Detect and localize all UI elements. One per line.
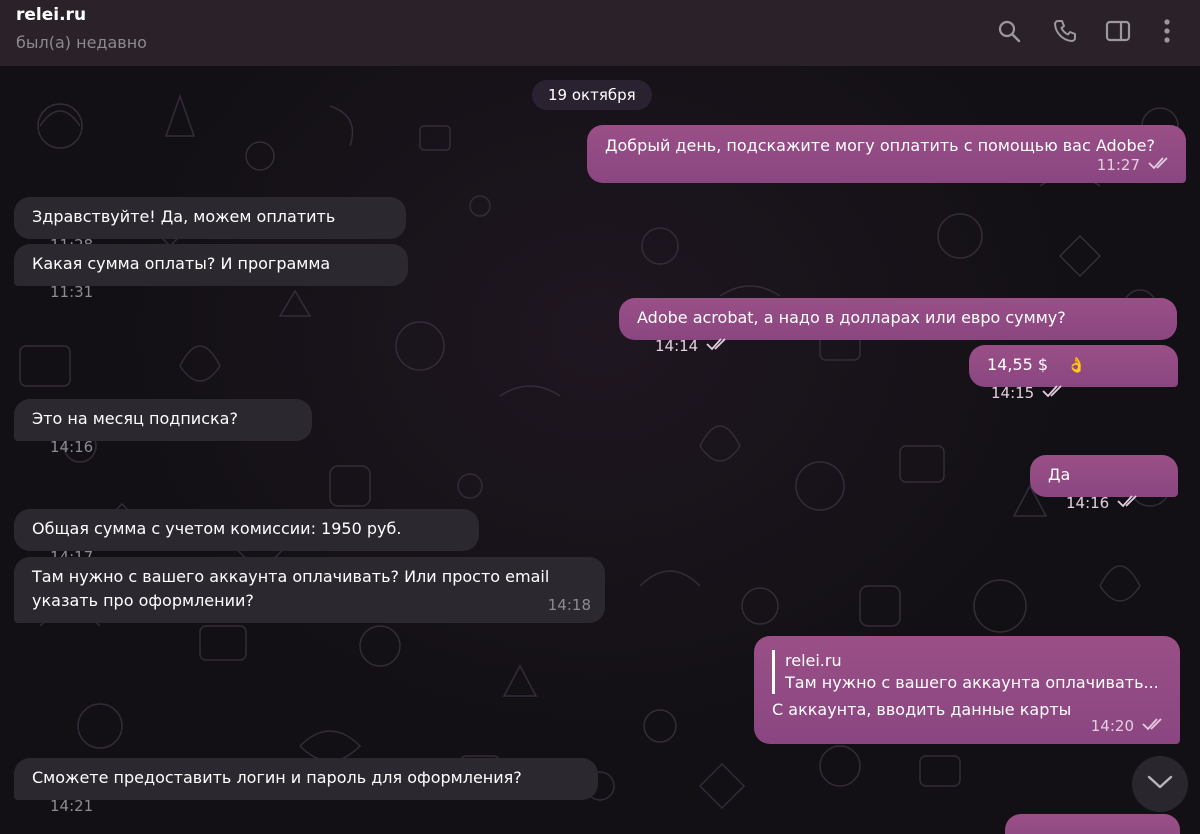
message-text: Здравствуйте! Да, можем оплатить xyxy=(32,207,336,226)
message-time: 14:16 xyxy=(1066,494,1110,512)
reply-author: relei.ru xyxy=(785,651,842,670)
message-outgoing[interactable]: Добрый день, подскажите могу оплатить с … xyxy=(587,125,1186,183)
date-separator: 19 октября xyxy=(532,80,652,110)
message-text: Какая сумма оплаты? И программа xyxy=(32,254,331,273)
message-outgoing-partial[interactable] xyxy=(1005,814,1180,834)
message-meta: 14:15 xyxy=(991,381,1066,405)
message-outgoing-reply[interactable]: relei.ru Там нужно с вашего аккаунта опл… xyxy=(754,636,1180,744)
search-icon[interactable] xyxy=(993,15,1025,47)
chevron-down-icon xyxy=(1147,774,1173,794)
message-time: 14:16 xyxy=(50,438,94,456)
message-incoming[interactable]: Это на месяц подписка? 14:16 xyxy=(14,399,312,456)
message-incoming[interactable]: Какая сумма оплаты? И программа 11:31 xyxy=(14,244,408,301)
message-time: 14:18 xyxy=(547,596,591,614)
message-incoming[interactable]: Здравствуйте! Да, можем оплатить 11:28 xyxy=(14,197,406,254)
message-text: Там нужно с вашего аккаунта оплачивать? … xyxy=(32,567,550,610)
reply-quote[interactable]: relei.ru Там нужно с вашего аккаунта опл… xyxy=(772,650,1162,694)
double-check-icon xyxy=(706,334,730,358)
double-check-icon xyxy=(1042,381,1066,405)
scroll-to-bottom-button[interactable] xyxy=(1132,756,1188,812)
chat-status: был(а) недавно xyxy=(16,33,147,52)
message-outgoing[interactable]: Adobe acrobat, а надо в долларах или евр… xyxy=(619,298,1177,355)
message-outgoing[interactable]: 14,55 $ 👌 14:15 xyxy=(969,345,1178,402)
double-check-icon xyxy=(1142,714,1166,738)
double-check-icon xyxy=(1148,153,1172,177)
reply-text: Там нужно с вашего аккаунта оплачивать..… xyxy=(785,673,1159,692)
message-incoming[interactable]: Там нужно с вашего аккаунта оплачивать? … xyxy=(14,557,605,623)
double-check-icon xyxy=(1117,491,1141,515)
ok-hand-emoji: 👌 xyxy=(1067,356,1086,374)
message-time: 11:27 xyxy=(1096,156,1140,174)
message-time: 14:14 xyxy=(655,337,699,355)
message-meta: 11:27 xyxy=(1097,153,1172,177)
message-text: Это на месяц подписка? xyxy=(32,409,238,428)
chat-title[interactable]: relei.ru xyxy=(16,5,86,25)
chat-header: relei.ru был(а) недавно xyxy=(0,0,1200,66)
message-text: Сможете предоставить логин и пароль для … xyxy=(32,768,522,787)
message-time: 11:31 xyxy=(50,283,94,301)
message-text: Да xyxy=(1048,465,1071,484)
message-text: Добрый день, подскажите могу оплатить с … xyxy=(605,136,1155,155)
sidebar-toggle-icon[interactable] xyxy=(1102,15,1134,47)
message-meta: 14:20 xyxy=(1091,714,1166,738)
message-text: Общая сумма с учетом комиссии: 1950 руб. xyxy=(32,519,402,538)
message-text: 14,55 $ xyxy=(987,355,1049,374)
more-vertical-icon[interactable] xyxy=(1151,15,1183,47)
message-incoming[interactable]: Сможете предоставить логин и пароль для … xyxy=(14,758,598,815)
chat-area[interactable]: 19 октября Добрый день, подскажите могу … xyxy=(0,66,1200,834)
message-meta: 14:16 xyxy=(1066,491,1141,515)
message-time: 14:15 xyxy=(991,384,1035,402)
message-time: 14:20 xyxy=(1090,717,1134,735)
message-time: 14:21 xyxy=(50,797,94,815)
message-meta: 14:14 xyxy=(655,334,730,358)
message-text: Adobe acrobat, а надо в долларах или евр… xyxy=(637,308,1066,327)
message-outgoing[interactable]: Да 14:16 xyxy=(1030,455,1178,512)
phone-icon[interactable] xyxy=(1049,15,1081,47)
message-incoming[interactable]: Общая сумма с учетом комиссии: 1950 руб.… xyxy=(14,509,479,566)
